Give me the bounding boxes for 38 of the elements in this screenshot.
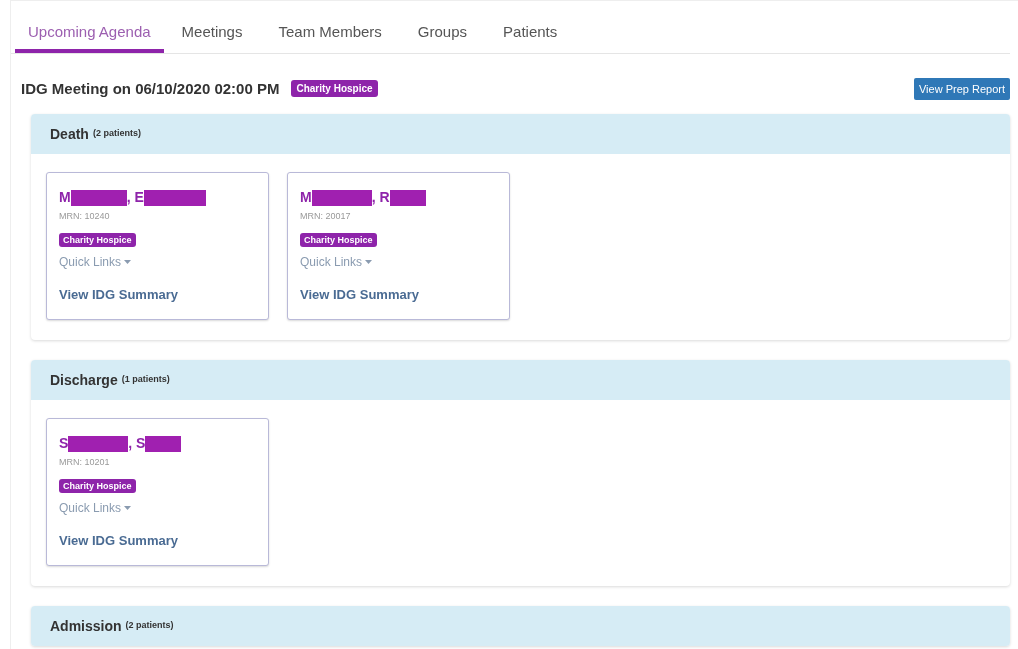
agency-tag: Charity Hospice	[300, 232, 377, 247]
tab[interactable]: Patients	[485, 13, 576, 53]
patient-count: (2 patients)	[92, 127, 141, 141]
redaction-bar	[68, 435, 129, 452]
mrn-text: MRN: 20017	[300, 210, 352, 223]
redaction-bar	[389, 189, 426, 206]
meeting-title: IDG Meeting on 06/10/2020 02:00 PM	[21, 78, 280, 99]
view-summary-link[interactable]: View IDG Summary	[59, 530, 178, 550]
tab[interactable]: Meetings	[163, 13, 261, 53]
patient-name-initial[interactable]: , R	[371, 187, 390, 208]
agency-tag: Charity Hospice	[291, 80, 378, 98]
caret-icon	[124, 259, 132, 264]
patient-count: (1 patients)	[121, 373, 170, 387]
patient-count: (2 patients)	[125, 619, 174, 633]
agency-tag: Charity Hospice	[59, 232, 136, 247]
category-title: Admission	[50, 616, 122, 636]
view-prep-report-button[interactable]: View Prep Report	[914, 77, 1010, 100]
mrn-text: MRN: 10240	[59, 210, 111, 223]
category-title: Death	[50, 124, 89, 144]
tab[interactable]: Team Members	[260, 13, 400, 53]
tab[interactable]: Upcoming Agenda	[15, 13, 164, 53]
redaction-bar	[143, 189, 206, 206]
patient-name-initial[interactable]: M	[59, 187, 71, 208]
patient-name-initial[interactable]: , E	[126, 187, 144, 208]
category-title: Discharge	[50, 370, 118, 390]
redaction-bar	[70, 189, 127, 206]
redaction-bar	[145, 435, 182, 452]
patient-name-initial[interactable]: , S	[128, 433, 146, 454]
agency-tag: Charity Hospice	[59, 478, 136, 493]
view-summary-link[interactable]: View IDG Summary	[59, 284, 178, 304]
patient-name-initial[interactable]: M	[300, 187, 312, 208]
redaction-bar	[311, 189, 372, 206]
tab[interactable]: Groups	[399, 13, 486, 53]
caret-icon	[365, 259, 373, 264]
view-summary-link[interactable]: View IDG Summary	[300, 284, 419, 304]
patient-name-initial[interactable]: S	[59, 433, 69, 454]
mrn-text: MRN: 10201	[59, 456, 111, 469]
caret-icon	[124, 505, 132, 510]
